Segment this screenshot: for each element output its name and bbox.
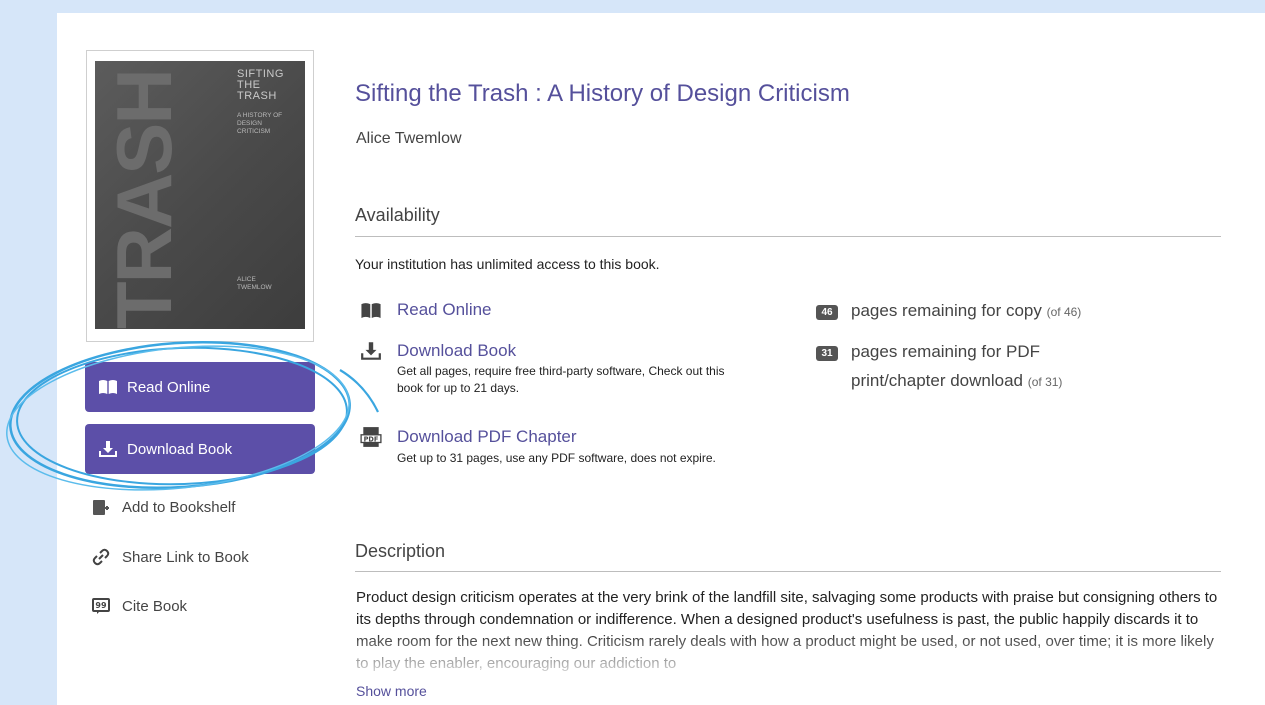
download-icon: [99, 441, 117, 457]
cover-title: SIFTING THE TRASH: [237, 68, 284, 102]
option-read-online[interactable]: Read Online: [360, 300, 492, 320]
pdf-quota: 31 pages remaining for PDF print/chapter…: [816, 342, 1156, 397]
access-note: Your institution has unlimited access to…: [355, 256, 660, 272]
cover-author: ALICE TWEMLOW: [237, 276, 272, 291]
link-icon: [90, 547, 112, 567]
cite-book-label: Cite Book: [122, 597, 188, 615]
svg-text:PDF: PDF: [364, 435, 379, 443]
option-download-pdf-chapter[interactable]: PDF Download PDF Chapter Get up to 31 pa…: [360, 426, 752, 467]
cover-subtitle: A HISTORY OF DESIGN CRITICISM: [237, 112, 283, 135]
copy-quota-total: (of 46): [1046, 305, 1082, 319]
pdf-quota-total: (of 31): [1027, 375, 1063, 389]
share-link-label: Share Link to Book: [122, 548, 249, 566]
option-download-pdf-label[interactable]: Download PDF Chapter: [397, 427, 577, 447]
svg-text:99: 99: [95, 601, 107, 610]
pdf-count-badge: 31: [816, 346, 838, 361]
option-download-pdf-desc: Get up to 31 pages, use any PDF software…: [397, 451, 716, 465]
description-heading: Description: [355, 541, 446, 561]
show-more-link[interactable]: Show more: [356, 683, 427, 699]
read-online-label: Read Online: [127, 378, 211, 396]
book-author[interactable]: Alice Twemlow: [356, 130, 462, 148]
quote-icon: 99: [90, 596, 112, 616]
share-link-to-book-link[interactable]: Share Link to Book: [90, 547, 249, 567]
availability-divider: [355, 236, 1221, 237]
option-download-book-desc: Get all pages, require free third-party …: [397, 364, 725, 395]
cite-book-link[interactable]: 99 Cite Book: [90, 596, 187, 616]
pdf-quota-text: pages remaining for PDF print/chapter do…: [851, 342, 1040, 390]
book-open-icon: [99, 380, 117, 394]
availability-heading: Availability: [355, 205, 440, 225]
copy-quota: 46 pages remaining for copy (of 46): [816, 301, 1081, 321]
add-to-bookshelf-link[interactable]: Add to Bookshelf: [90, 497, 235, 517]
download-book-label: Download Book: [127, 440, 233, 458]
description-fade: [356, 630, 1226, 680]
option-read-online-label[interactable]: Read Online: [397, 300, 492, 320]
book-cover[interactable]: TRASH SIFTING THE TRASH A HISTORY OF DES…: [86, 50, 314, 342]
download-icon: [360, 341, 382, 361]
download-book-button[interactable]: Download Book: [85, 424, 315, 474]
book-title: Sifting the Trash : A History of Design …: [355, 80, 850, 107]
pdf-icon: PDF: [360, 426, 382, 448]
copy-count-badge: 46: [816, 305, 838, 320]
add-to-bookshelf-label: Add to Bookshelf: [122, 498, 236, 516]
copy-quota-text: pages remaining for copy: [851, 301, 1042, 320]
option-download-book-label[interactable]: Download Book: [397, 341, 516, 361]
book-open-icon: [360, 302, 382, 319]
cover-image: TRASH SIFTING THE TRASH A HISTORY OF DES…: [95, 61, 305, 329]
option-download-book[interactable]: Download Book Get all pages, require fre…: [360, 341, 752, 397]
cover-big-text: TRASH: [100, 70, 188, 329]
bookshelf-add-icon: [90, 497, 112, 517]
read-online-button[interactable]: Read Online: [85, 362, 315, 412]
description-divider: [355, 571, 1221, 572]
